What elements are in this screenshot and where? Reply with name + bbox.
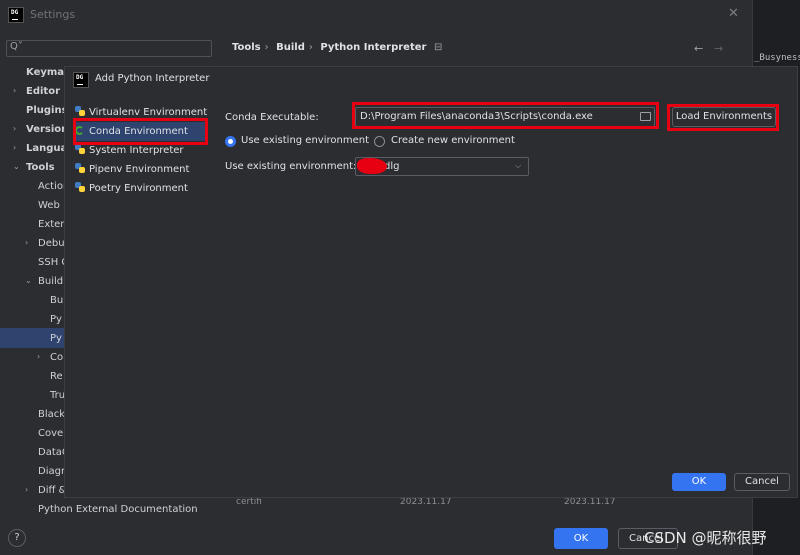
python-icon bbox=[75, 106, 85, 116]
watermark: CSDN @昵称很野 bbox=[644, 529, 767, 547]
chevron-down-icon[interactable]: ⌵ bbox=[515, 161, 521, 171]
package-version-cell: 2023.11.17 bbox=[400, 497, 452, 507]
settings-window-title: Settings bbox=[30, 8, 76, 21]
radio-use-existing-label: Use existing environment bbox=[241, 135, 369, 146]
tree-item[interactable]: Exter bbox=[38, 215, 64, 234]
env-pipenv[interactable]: Pipenv Environment bbox=[75, 160, 207, 179]
annotation-box-conda bbox=[73, 118, 208, 145]
tree-item[interactable]: Cover bbox=[38, 424, 64, 443]
tree-item[interactable]: Python External Documentation bbox=[38, 500, 218, 519]
conda-executable-label: Conda Executable: bbox=[225, 112, 319, 123]
env-label: Pipenv Environment bbox=[89, 164, 190, 175]
chevron-right-icon[interactable]: › bbox=[13, 124, 16, 133]
add-interpreter-dialog: DG Add Python Interpreter Virtualenv Env… bbox=[64, 66, 798, 498]
annotation-box-path bbox=[352, 102, 659, 129]
dialog-logo-icon: DG bbox=[73, 72, 89, 88]
package-latest-cell: 2023.11.17 bbox=[564, 497, 616, 507]
env-label: System Interpreter bbox=[89, 145, 184, 156]
breadcrumb-tools[interactable]: Tools bbox=[232, 42, 261, 53]
env-label: Virtualenv Environment bbox=[89, 107, 208, 118]
python-icon bbox=[75, 182, 85, 192]
package-name-cell: certifi bbox=[236, 497, 262, 507]
tree-item[interactable]: Web I bbox=[38, 196, 64, 215]
env-poetry[interactable]: Poetry Environment bbox=[75, 179, 207, 198]
radio-use-existing[interactable] bbox=[225, 136, 236, 147]
settings-search-input[interactable]: Q˅ bbox=[6, 40, 212, 57]
chevron-right-icon[interactable]: › bbox=[25, 238, 28, 247]
chevron-right-icon[interactable]: › bbox=[13, 143, 16, 152]
tree-item[interactable]: Bu bbox=[50, 291, 64, 310]
python-icon bbox=[75, 144, 85, 154]
tree-item[interactable]: Version bbox=[26, 120, 64, 139]
radio-create-new[interactable] bbox=[374, 136, 385, 147]
breadcrumb: Tools › Build › Python Interpreter ⊟ bbox=[232, 42, 443, 53]
dialog-ok-button[interactable]: OK bbox=[672, 473, 726, 491]
tree-item[interactable]: Py bbox=[50, 329, 64, 348]
chevron-right-icon[interactable]: › bbox=[25, 485, 28, 494]
existing-env-label: Use existing environment: bbox=[225, 161, 357, 172]
chevron-right-icon[interactable]: › bbox=[13, 86, 16, 95]
editor-text-fragment: _Busyness bbox=[754, 53, 800, 63]
red-scribble-mark bbox=[357, 158, 387, 174]
package-table-row: certifi 2023.11.17 2023.11.17 bbox=[220, 497, 750, 511]
annotation-box-load bbox=[667, 104, 779, 131]
project-scope-icon: ⊟ bbox=[433, 42, 443, 53]
dialog-title: Add Python Interpreter bbox=[95, 73, 210, 84]
tree-item[interactable]: Languag bbox=[26, 139, 64, 158]
settings-close-icon[interactable]: ✕ bbox=[728, 6, 739, 21]
tree-item[interactable]: Py bbox=[50, 310, 64, 329]
dialog-cancel-button[interactable]: Cancel bbox=[734, 473, 790, 491]
forward-arrow-icon[interactable]: → bbox=[714, 42, 723, 55]
tree-item[interactable]: Diagr bbox=[38, 462, 64, 481]
tree-item[interactable]: Keymap bbox=[26, 63, 64, 82]
chevron-down-icon[interactable]: ⌄ bbox=[13, 162, 20, 171]
tree-item[interactable]: Diff & bbox=[38, 481, 64, 500]
settings-titlebar: DG Settings ✕ bbox=[0, 0, 752, 30]
chevron-down-icon[interactable]: ⌄ bbox=[25, 276, 32, 285]
tree-item[interactable]: DataC bbox=[38, 443, 64, 462]
tree-item[interactable]: Co bbox=[50, 348, 64, 367]
search-icon: Q˅ bbox=[10, 41, 23, 52]
help-button[interactable]: ? bbox=[8, 529, 26, 547]
tree-item[interactable]: Action bbox=[38, 177, 64, 196]
back-arrow-icon[interactable]: ← bbox=[694, 42, 703, 55]
tree-item[interactable]: Re bbox=[50, 367, 64, 386]
tree-item[interactable]: Black bbox=[38, 405, 64, 424]
tree-item[interactable]: Debu bbox=[38, 234, 64, 253]
tree-item[interactable]: Tools bbox=[26, 158, 64, 177]
tree-item[interactable]: Editor bbox=[26, 82, 64, 101]
breadcrumb-build[interactable]: Build bbox=[276, 42, 305, 53]
breadcrumb-python-interpreter: Python Interpreter bbox=[320, 42, 427, 53]
settings-ok-button[interactable]: OK bbox=[554, 528, 608, 549]
tree-item[interactable]: Plugins bbox=[26, 101, 64, 120]
tree-item[interactable]: Build bbox=[38, 272, 64, 291]
env-label: Poetry Environment bbox=[89, 183, 188, 194]
chevron-right-icon[interactable]: › bbox=[37, 352, 40, 361]
radio-create-new-label: Create new environment bbox=[391, 135, 515, 146]
app-logo-icon: DG bbox=[8, 7, 24, 23]
tree-item[interactable]: Tru bbox=[50, 386, 64, 405]
tree-item[interactable]: SSH C bbox=[38, 253, 64, 272]
python-icon bbox=[75, 163, 85, 173]
